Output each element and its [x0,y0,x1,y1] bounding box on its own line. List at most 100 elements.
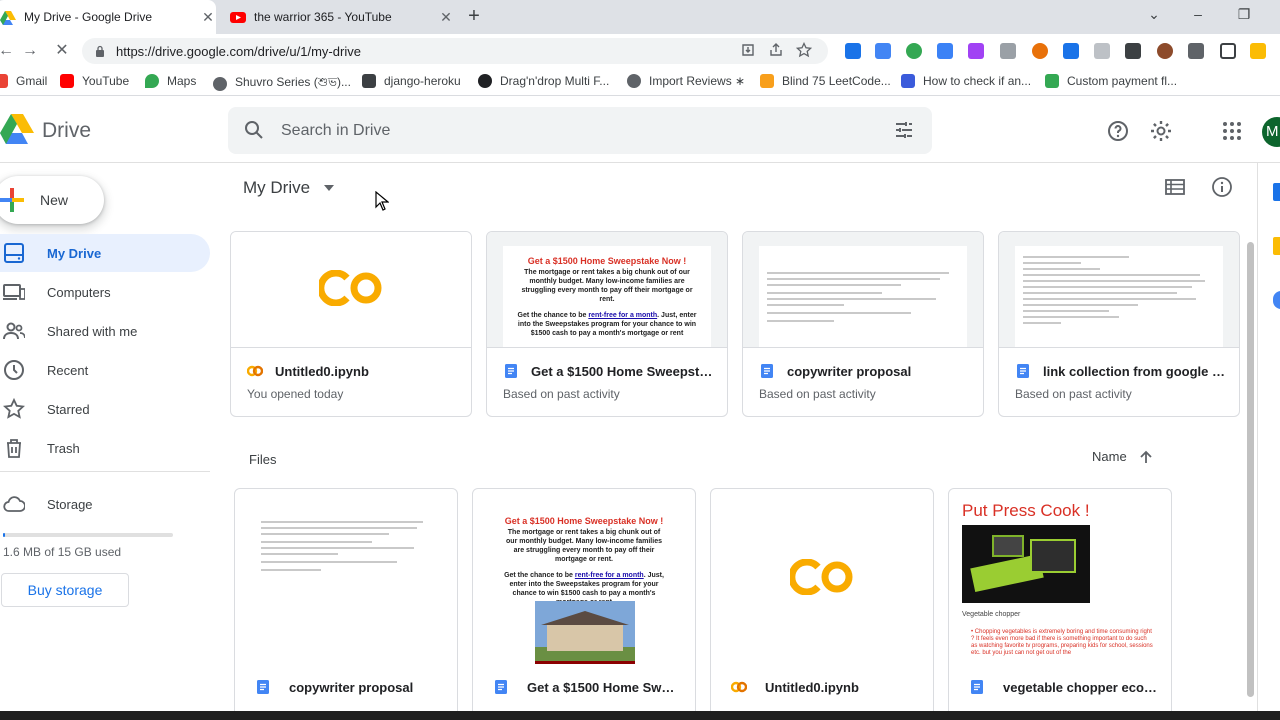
suggested-card-copywriter[interactable]: copywriter proposal Based on past activi… [742,231,984,417]
bookmark-import-reviews[interactable]: Import Reviews ∗ [627,74,745,88]
maps-icon [145,74,159,88]
extension-icon[interactable] [1063,43,1079,59]
drive-logo-icon[interactable] [0,113,34,145]
file-card-copywriter[interactable]: copywriter proposal [234,488,458,718]
bookmark-star-icon[interactable] [796,42,812,58]
main-content: My Drive Untitled0.ipynb You opened toda… [220,163,1257,720]
link-extension-icon[interactable] [937,43,953,59]
info-icon[interactable] [1211,176,1233,198]
new-tab-button[interactable]: + [464,6,484,26]
help-icon[interactable] [1106,119,1130,143]
sort-by-name-button[interactable]: Name [1092,449,1153,464]
files-section-heading: Files [249,452,277,467]
bookmark-how-to-check[interactable]: How to check if an... [901,74,1031,88]
bookmark-dragndrop[interactable]: Drag'n'drop Multi F... [478,74,609,88]
list-view-icon[interactable] [1164,176,1186,198]
drive-brand[interactable]: Drive [42,119,91,143]
extension-icon[interactable] [1000,43,1016,59]
search-options-icon[interactable] [894,120,914,140]
tab-youtube[interactable]: the warrior 365 - YouTube ✕ [224,0,454,34]
bookmark-youtube[interactable]: YouTube [60,74,129,88]
side-panel-icon[interactable] [1220,43,1236,59]
file-reason: Based on past activity [503,387,620,401]
settings-gear-icon[interactable] [1149,119,1173,143]
suggested-card-link-collection[interactable]: link collection from google search Based… [998,231,1240,417]
search-box[interactable] [228,107,932,154]
extension-icon[interactable] [1032,43,1048,59]
sidebar-item-shared-with-me[interactable]: Shared with me [0,312,210,350]
cookie-extension-icon[interactable] [1157,43,1173,59]
sidebar-item-recent[interactable]: Recent [0,351,210,389]
site-icon [478,74,492,88]
tab-my-drive[interactable]: My Drive - Google Drive ✕ [0,0,216,34]
file-card-untitled[interactable]: Untitled0.ipynb [710,488,934,718]
extension-icon[interactable] [1125,43,1141,59]
extension-icon[interactable] [1094,43,1110,59]
breadcrumb-my-drive[interactable]: My Drive [243,178,335,198]
sidebar-item-my-drive[interactable]: My Drive [0,234,210,272]
share-icon[interactable] [768,42,784,58]
extensions-puzzle-icon[interactable] [1188,43,1204,59]
bookmark-blind75[interactable]: Blind 75 LeetCode... [760,74,891,88]
buy-storage-button[interactable]: Buy storage [1,573,129,607]
forward-icon[interactable]: → [20,41,40,61]
globe-icon [627,74,641,88]
calendar-addon-icon[interactable] [1273,183,1280,201]
tasks-addon-icon[interactable] [1273,291,1280,309]
file-thumbnail [231,232,471,348]
colab-logo-icon [790,559,853,595]
tab-title: My Drive - Google Drive [24,10,153,24]
file-card-sweepstake[interactable]: Get a $1500 Home Sweepstake Now ! The mo… [472,488,696,718]
site-icon [1045,74,1059,88]
extension-icon[interactable] [968,43,984,59]
bookmark-django[interactable]: django-heroku [362,74,461,88]
file-name: copywriter proposal [787,363,912,379]
doc-preview [759,246,967,347]
file-name: vegetable chopper ecommerce [1003,679,1157,695]
close-tab-icon[interactable]: ✕ [200,9,216,26]
keep-addon-icon[interactable] [1273,237,1280,255]
translate-extension-icon[interactable] [875,43,891,59]
extension-icon[interactable] [1250,43,1266,59]
bookmark-custom-payment[interactable]: Custom payment fl... [1045,74,1177,88]
sidebar-item-trash[interactable]: Trash [0,429,210,467]
tab-search-icon[interactable]: ⌄ [1144,6,1164,23]
close-tab-icon[interactable]: ✕ [438,9,454,26]
sidebar: New My Drive Computers Shared with me Re… [0,163,220,720]
link-icon [362,74,376,88]
sidebar-item-storage[interactable]: Storage [0,485,210,523]
maximize-icon[interactable]: ❐ [1234,6,1254,23]
suggested-card-untitled[interactable]: Untitled0.ipynb You opened today [230,231,472,417]
apps-grid-icon[interactable] [1220,119,1244,143]
sidebar-item-starred[interactable]: Starred [0,390,210,428]
suggested-card-sweepstake[interactable]: Get a $1500 Home Sweepstake Now ! The mo… [486,231,728,417]
arrow-up-icon[interactable] [1139,450,1153,464]
minimize-icon[interactable]: – [1188,6,1208,22]
bookmark-shuvro[interactable]: Shuvro Series (শুভ)... [213,74,351,94]
bookmark-gmail[interactable]: Gmail [0,74,47,88]
extension-icon[interactable] [906,43,922,59]
url-field[interactable]: https://drive.google.com/drive/u/1/my-dr… [82,38,828,64]
new-button[interactable]: New [0,176,104,224]
stop-loading-icon[interactable]: ✕ [52,41,72,61]
file-name: Untitled0.ipynb [765,679,859,695]
search-input[interactable] [281,119,841,143]
main-scrollbar[interactable] [1247,242,1254,697]
globe-icon [213,77,227,91]
back-icon[interactable]: ← [0,41,16,61]
page-title: My Drive [243,178,311,197]
install-app-icon[interactable] [740,42,756,58]
file-reason: You opened today [247,387,344,401]
file-thumbnail [743,232,983,348]
search-icon[interactable] [244,120,264,140]
file-card-vegetable-chopper[interactable]: Put Press Cook ! Vegetable chopper • Cho… [948,488,1172,718]
bookmark-maps[interactable]: Maps [145,74,196,88]
file-name: Get a $1500 Home Sweepstake Now ! [527,679,681,695]
os-taskbar [0,711,1280,720]
sidebar-item-computers[interactable]: Computers [0,273,210,311]
youtube-icon [60,74,74,88]
extension-icon[interactable] [845,43,861,59]
google-docs-icon [257,680,269,694]
account-avatar[interactable]: M [1262,117,1280,147]
file-thumbnail [711,489,933,664]
